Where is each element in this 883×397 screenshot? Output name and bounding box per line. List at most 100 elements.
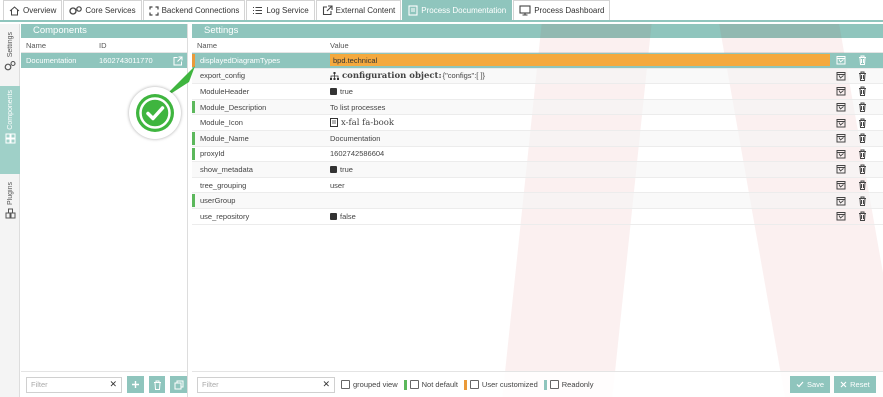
row-actions: [836, 118, 867, 128]
setting-value[interactable]: x-fal fa-book: [330, 118, 830, 128]
setting-value-text: 1602742586604: [330, 149, 385, 159]
settings-row[interactable]: use_repository false: [192, 209, 883, 225]
trash-icon[interactable]: [858, 133, 867, 144]
settings-row[interactable]: Module_Name Documentation: [192, 130, 883, 147]
settings-row[interactable]: Module_Icon x-fal fa-book: [192, 115, 883, 131]
clear-icon[interactable]: ✕: [110, 379, 118, 390]
edit-icon[interactable]: [836, 196, 846, 206]
tab-log-service[interactable]: Log Service: [246, 0, 315, 20]
edit-icon[interactable]: [836, 71, 846, 81]
checkbox-icon[interactable]: [330, 87, 337, 95]
settings-row[interactable]: show_metadata true: [192, 162, 883, 178]
settings-row[interactable]: ModuleHeader true: [192, 84, 883, 100]
user-customized-checkbox[interactable]: [469, 380, 479, 389]
edit-icon[interactable]: [836, 211, 846, 221]
settings-row[interactable]: userGroup: [192, 193, 883, 209]
edit-icon[interactable]: [836, 118, 846, 128]
not-default-checkbox[interactable]: [409, 380, 419, 389]
tab-backend-connections[interactable]: Backend Connections: [142, 0, 246, 20]
not-default-label: Not default: [421, 380, 458, 389]
setting-name: Module_Icon: [200, 118, 243, 128]
readonly-checkbox[interactable]: [549, 380, 559, 389]
components-title: Components: [21, 24, 187, 38]
tab-process-documentation[interactable]: Process Documentation: [402, 0, 513, 20]
components-filter-input[interactable]: Filter ✕: [26, 376, 123, 393]
user-customized-marker: [463, 379, 467, 390]
row-actions: [836, 196, 867, 206]
setting-value-text: x-fal fa-book: [341, 117, 395, 128]
tab-core-services[interactable]: Core Services: [63, 0, 142, 20]
vtab-plugins[interactable]: Plugins: [0, 178, 20, 234]
setting-value[interactable]: configuration object: {"configs":[ ]}: [330, 71, 830, 81]
grouped-view-checkbox[interactable]: [341, 380, 350, 389]
tab-label: Log Service: [266, 6, 309, 15]
setting-value[interactable]: true: [330, 87, 830, 96]
settings-row[interactable]: Module_Description To list processes: [192, 99, 883, 116]
edit-icon[interactable]: [836, 164, 846, 174]
top-tab-bar: Overview Core Services Backend Connectio…: [0, 0, 883, 22]
vtab-components[interactable]: Components: [0, 86, 20, 174]
settings-panel: Settings Name Value displayedDiagramType…: [192, 24, 883, 397]
setting-value-text: true: [340, 164, 353, 174]
row-actions: [836, 71, 867, 81]
trash-icon[interactable]: [858, 118, 867, 128]
not-default-filter[interactable]: Not default: [403, 379, 458, 390]
clear-icon[interactable]: ✕: [322, 379, 330, 390]
edit-icon[interactable]: [836, 86, 846, 96]
vtab-settings[interactable]: Settings: [0, 28, 20, 84]
delete-component-button[interactable]: [148, 376, 166, 393]
trash-icon[interactable]: [858, 71, 867, 81]
tab-external-content[interactable]: External Content: [315, 0, 402, 20]
sitemap-icon: [330, 71, 339, 80]
row-actions: [836, 164, 867, 175]
user-customized-filter[interactable]: User customized: [463, 379, 538, 390]
edit-icon[interactable]: [836, 102, 846, 112]
checkbox-icon[interactable]: [330, 165, 337, 173]
trash-icon[interactable]: [858, 196, 867, 206]
edit-icon[interactable]: [836, 55, 846, 65]
col-id-header[interactable]: ID: [99, 41, 107, 50]
trash-icon[interactable]: [858, 164, 867, 175]
edit-icon[interactable]: [836, 180, 846, 190]
setting-value[interactable]: user: [330, 181, 830, 190]
setting-value[interactable]: bpd.technical: [330, 54, 830, 67]
setting-name: ModuleHeader: [200, 86, 250, 96]
trash-icon[interactable]: [858, 86, 867, 97]
setting-value-text: bpd.technical: [333, 55, 378, 65]
trash-icon[interactable]: [858, 211, 867, 222]
setting-value[interactable]: 1602742586604: [330, 149, 830, 158]
component-name: Documentation: [26, 56, 77, 65]
trash-icon[interactable]: [858, 149, 867, 159]
tab-process-dashboard[interactable]: Process Dashboard: [513, 0, 611, 20]
edit-icon[interactable]: [836, 149, 846, 159]
trash-icon[interactable]: [858, 180, 867, 191]
settings-row[interactable]: export_config configuration object: {"conf…: [192, 68, 883, 85]
tab-overview[interactable]: Overview: [3, 0, 63, 20]
settings-row[interactable]: tree_grouping user: [192, 178, 883, 194]
row-actions: [836, 55, 867, 66]
col-name-header[interactable]: Name: [21, 41, 99, 50]
settings-filter-input[interactable]: Filter ✕: [197, 376, 335, 393]
setting-name: displayedDiagramTypes: [200, 55, 281, 65]
book-icon: [330, 118, 338, 128]
setting-value[interactable]: To list processes: [330, 103, 830, 112]
settings-row[interactable]: displayedDiagramTypes bpd.technical: [192, 53, 883, 69]
setting-value[interactable]: Documentation: [330, 134, 830, 143]
reset-button[interactable]: Reset: [834, 376, 876, 393]
col-name-header[interactable]: Name: [192, 41, 330, 50]
readonly-filter[interactable]: Readonly: [543, 379, 593, 390]
grouped-view-toggle[interactable]: grouped view: [341, 380, 398, 389]
monitor-icon: [519, 5, 531, 16]
settings-row[interactable]: proxyId 1602742586604: [192, 147, 883, 163]
checkbox-icon[interactable]: [330, 212, 337, 220]
trash-icon[interactable]: [858, 102, 867, 113]
row-status-marker: [192, 131, 195, 145]
edit-icon[interactable]: [836, 133, 846, 143]
copy-component-button[interactable]: [170, 376, 188, 393]
setting-value[interactable]: true: [330, 165, 830, 174]
trash-icon[interactable]: [858, 55, 867, 66]
add-component-button[interactable]: [127, 376, 144, 393]
setting-value[interactable]: false: [330, 212, 830, 221]
save-button[interactable]: Save: [790, 376, 831, 393]
col-value-header[interactable]: Value: [330, 41, 349, 50]
